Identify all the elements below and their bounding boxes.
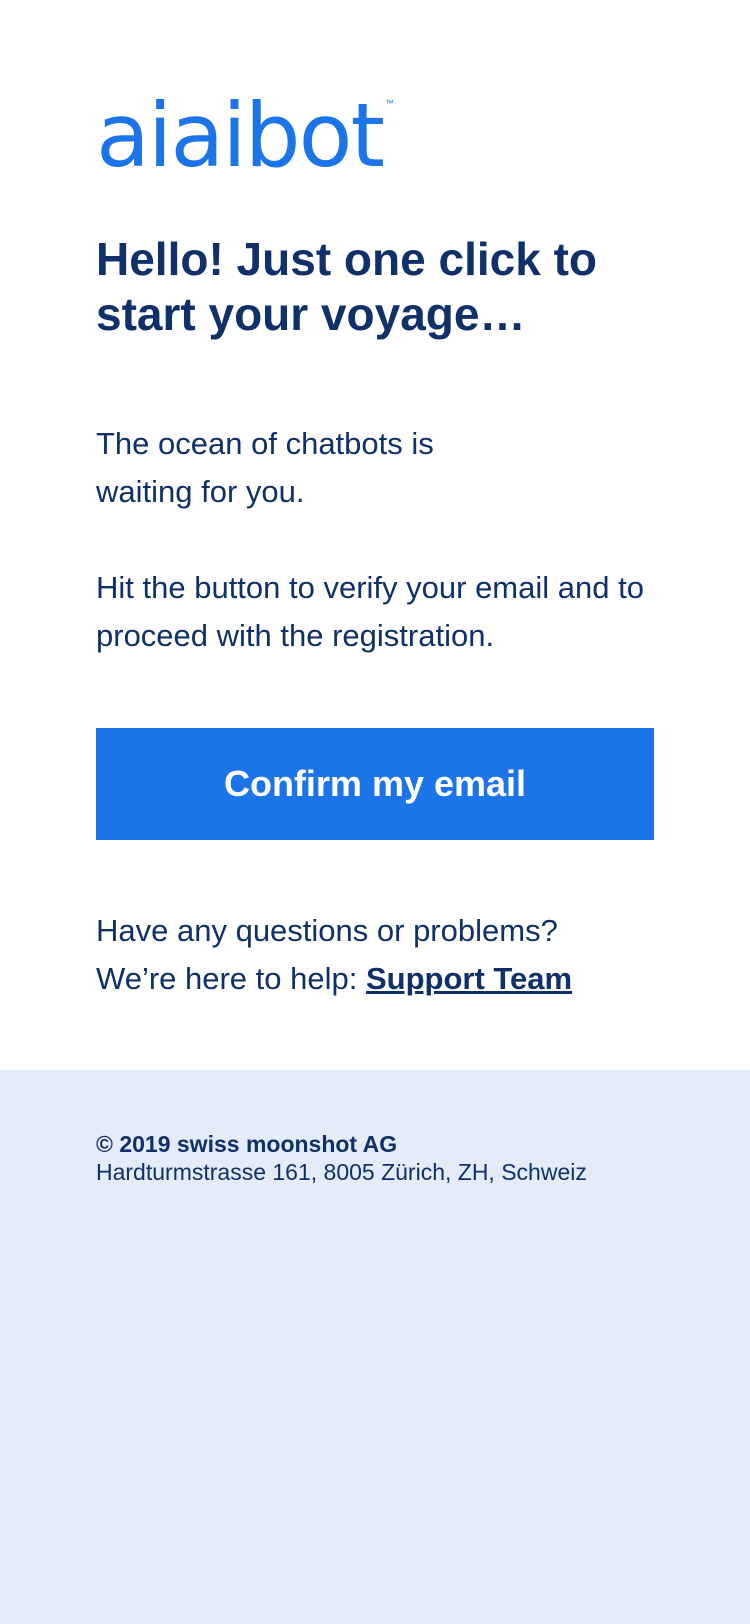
help-text: Have any questions or problems? We’re he…	[96, 907, 572, 1003]
footer: © 2019 swiss moonshot AG Hardturmstrasse…	[0, 1070, 750, 1624]
instructions-text: Hit the button to verify your email and …	[96, 564, 656, 660]
help-prefix: We’re here to help:	[96, 961, 366, 996]
email-body: aiaibot ™ Hello! Just one click to start…	[0, 0, 750, 1070]
copyright-text: © 2019 swiss moonshot AG	[96, 1130, 397, 1158]
confirm-email-button[interactable]: Confirm my email	[96, 728, 654, 840]
intro-text: The ocean of chatbots is waiting for you…	[96, 420, 516, 516]
aiaibot-logo: aiaibot ™	[96, 92, 394, 180]
trademark-symbol: ™	[385, 98, 394, 108]
logo-wordmark: aiaibot	[96, 92, 383, 180]
support-team-link[interactable]: Support Team	[366, 961, 572, 996]
help-question: Have any questions or problems?	[96, 907, 572, 955]
company-address: Hardturmstrasse 161, 8005 Zürich, ZH, Sc…	[96, 1158, 587, 1186]
email-heading: Hello! Just one click to start your voya…	[96, 232, 676, 342]
help-line: We’re here to help: Support Team	[96, 955, 572, 1003]
